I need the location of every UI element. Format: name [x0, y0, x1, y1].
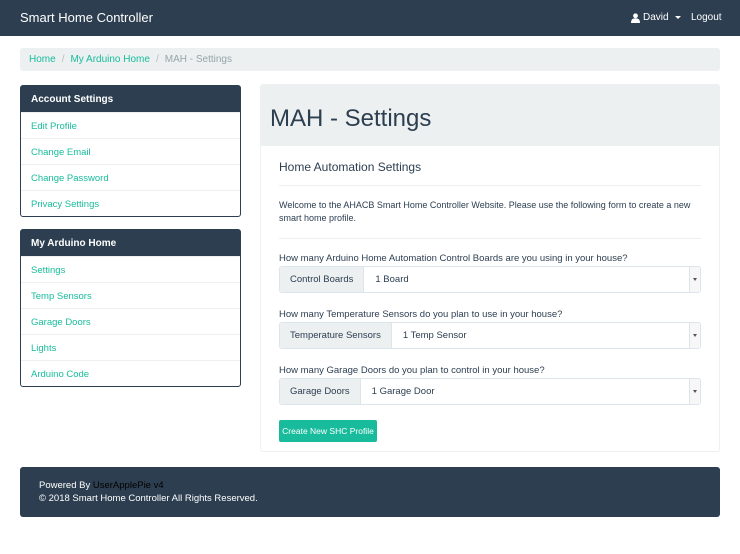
temperature-sensors-select[interactable]: Temperature Sensors 1 Temp Sensor: [279, 322, 701, 349]
page-title: MAH - Settings: [270, 105, 432, 132]
sidebar-item-edit-profile[interactable]: Edit Profile: [21, 112, 240, 138]
breadcrumb: Home / My Arduino Home / MAH - Settings: [20, 48, 720, 71]
intro-text: Welcome to the AHACB Smart Home Controll…: [279, 200, 691, 223]
top-navbar: Smart Home Controller David Logout: [0, 0, 740, 36]
settings-panel: MAH - Settings Home Automation Settings …: [260, 84, 720, 452]
sidebar-item-temp-sensors[interactable]: Temp Sensors: [21, 282, 240, 308]
chevron-down-icon[interactable]: [689, 379, 700, 404]
sidebar-item-change-password[interactable]: Change Password: [21, 164, 240, 190]
control-boards-addon: Control Boards: [280, 267, 365, 292]
section-title: Home Automation Settings: [279, 160, 422, 174]
temperature-sensors-question: How many Temperature Sensors do you plan…: [279, 309, 563, 320]
powered-by-link[interactable]: UserApplePie v4: [93, 480, 164, 491]
caret-down-icon: [674, 16, 681, 19]
garage-doors-selected: 1 Garage Door: [371, 386, 435, 397]
user-menu[interactable]: David: [631, 12, 681, 23]
temperature-sensors-addon: Temperature Sensors: [280, 323, 392, 348]
breadcrumb-current: MAH - Settings: [164, 54, 232, 65]
temperature-sensors-value[interactable]: 1 Temp Sensor: [391, 323, 700, 348]
divider: [279, 238, 701, 239]
my-arduino-home-heading: My Arduino Home: [21, 230, 240, 256]
sidebar-item-garage-doors[interactable]: Garage Doors: [21, 308, 240, 334]
control-boards-question: How many Arduino Home Automation Control…: [279, 253, 628, 264]
garage-doors-addon: Garage Doors: [280, 379, 361, 404]
garage-doors-question: How many Garage Doors do you plan to con…: [279, 365, 545, 376]
powered-by-label: Powered By: [39, 480, 91, 491]
breadcrumb-separator: /: [155, 54, 159, 65]
control-boards-select[interactable]: Control Boards 1 Board: [279, 266, 701, 293]
user-name: David: [643, 12, 669, 23]
temperature-sensors-selected: 1 Temp Sensor: [402, 330, 467, 341]
copyright-text: © 2018 Smart Home Controller All Rights …: [39, 493, 258, 504]
breadcrumb-my-arduino-home[interactable]: My Arduino Home: [70, 54, 149, 65]
divider: [279, 185, 701, 186]
account-settings-panel: Account Settings Edit Profile Change Ema…: [20, 85, 241, 217]
breadcrumb-home[interactable]: Home: [29, 54, 56, 65]
chevron-down-icon[interactable]: [689, 267, 700, 292]
user-icon: [631, 12, 640, 23]
control-boards-selected: 1 Board: [375, 274, 409, 285]
brand-link[interactable]: Smart Home Controller: [20, 10, 153, 25]
sidebar-item-lights[interactable]: Lights: [21, 334, 240, 360]
breadcrumb-separator: /: [61, 54, 65, 65]
chevron-down-icon[interactable]: [689, 323, 700, 348]
footer: Powered By UserApplePie v4 © 2018 Smart …: [20, 467, 720, 517]
logout-link[interactable]: Logout: [691, 12, 722, 23]
control-boards-value[interactable]: 1 Board: [364, 267, 700, 292]
create-profile-button[interactable]: Create New SHC Profile: [279, 420, 377, 442]
account-settings-heading: Account Settings: [21, 86, 240, 112]
settings-panel-header: MAH - Settings: [261, 85, 719, 146]
sidebar-item-privacy-settings[interactable]: Privacy Settings: [21, 190, 240, 216]
sidebar-item-arduino-code[interactable]: Arduino Code: [21, 360, 240, 386]
garage-doors-value[interactable]: 1 Garage Door: [360, 379, 700, 404]
my-arduino-home-panel: My Arduino Home Settings Temp Sensors Ga…: [20, 229, 241, 387]
garage-doors-select[interactable]: Garage Doors 1 Garage Door: [279, 378, 701, 405]
powered-by-line: Powered By UserApplePie v4: [39, 479, 701, 492]
sidebar-item-settings[interactable]: Settings: [21, 256, 240, 282]
sidebar-item-change-email[interactable]: Change Email: [21, 138, 240, 164]
